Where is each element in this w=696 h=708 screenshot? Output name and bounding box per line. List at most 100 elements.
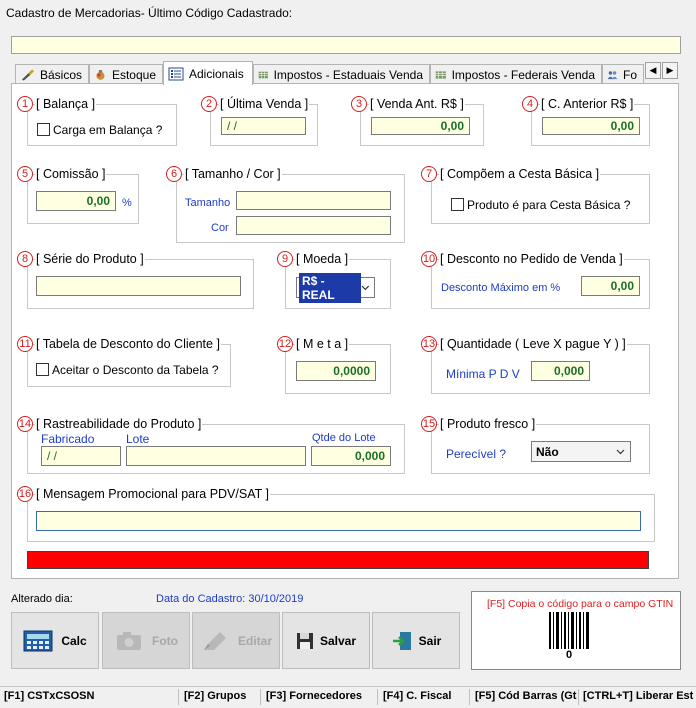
tamanho-field[interactable] — [236, 191, 391, 210]
badge-6: 6 — [166, 166, 182, 182]
status-separator — [377, 689, 378, 705]
group-label: [ Venda Ant. R$ ] — [369, 97, 465, 111]
badge-15: 15 — [421, 416, 437, 432]
tab-label: Impostos - Federais Venda — [451, 67, 595, 82]
foto-button[interactable]: Foto — [102, 612, 190, 669]
badge-4: 4 — [522, 96, 538, 112]
tab-label: Estoque — [111, 67, 156, 82]
status-separator — [578, 689, 579, 705]
desconto-maximo-label: Desconto Máximo em % — [441, 282, 561, 294]
moeda-selected-value: R$ - REAL — [299, 272, 362, 303]
fabricado-field[interactable]: / / — [41, 446, 121, 466]
lote-field[interactable] — [126, 446, 306, 466]
carga-balanca-label: Carga em Balança ? — [53, 123, 163, 137]
group-label: [ Tamanho / Cor ] — [184, 167, 282, 181]
comissao-field[interactable]: 0,00 — [36, 191, 116, 211]
status-f4[interactable]: [F4] C. Fiscal — [383, 690, 451, 702]
badge-2: 2 — [201, 96, 217, 112]
desconto-maximo-field[interactable]: 0,00 — [581, 276, 640, 296]
ultima-venda-field[interactable]: / / — [221, 117, 306, 135]
group-label: [ Rastreabilidade do Produto ] — [35, 417, 203, 431]
group-label: [ Série do Produto ] — [35, 252, 145, 266]
lote-label: Lote — [126, 432, 150, 446]
barcode-value: 0 — [566, 649, 573, 661]
triangle-left-icon: ◀ — [649, 65, 657, 75]
meta-field[interactable]: 0,0000 — [296, 361, 376, 381]
tab-label: Fo — [622, 67, 637, 82]
exit-door-icon — [392, 631, 411, 650]
group-label: [ Quantidade ( Leve X pague Y ) ] — [439, 337, 627, 351]
fabricado-label: Fabricado — [41, 432, 95, 446]
tab-scroll-right-button[interactable]: ▶ — [662, 62, 678, 79]
aceitar-desconto-checkbox[interactable] — [36, 363, 49, 376]
tab-fornecedores[interactable]: Fo — [602, 64, 644, 84]
tab-basicos[interactable]: Básicos — [15, 64, 89, 84]
carga-balanca-checkbox[interactable] — [37, 123, 50, 136]
aceitar-desconto-label: Aceitar o Desconto da Tabela ? — [52, 363, 219, 377]
cesta-basica-label: Produto é para Cesta Básica ? — [467, 198, 631, 212]
status-ctrl-t[interactable]: [CTRL+T] Liberar Est — [583, 690, 695, 702]
badge-11: 11 — [17, 336, 33, 352]
badge-16: 16 — [17, 486, 33, 502]
button-label: Foto — [152, 633, 178, 648]
venda-ant-field[interactable]: 0,00 — [371, 117, 470, 135]
status-bar: [F1] CSTxCSOSN [F2] Grupos [F3] Forneced… — [0, 686, 696, 708]
perecivel-select[interactable]: Não — [531, 441, 631, 462]
list-icon — [168, 67, 184, 80]
barcode-hint: [F5] Copia o código para o campo GTIN — [487, 598, 674, 610]
group-label: [ Tabela de Desconto do Cliente ] — [35, 337, 221, 351]
calculator-icon — [23, 630, 53, 651]
cor-field[interactable] — [236, 216, 391, 235]
qtde-lote-label: Qtde do Lote — [312, 432, 376, 444]
status-f3[interactable]: [F3] Fornecedores — [266, 690, 362, 702]
tab-adicionais[interactable]: Adicionais — [163, 61, 253, 85]
cesta-basica-checkbox[interactable] — [451, 198, 464, 211]
serie-field[interactable] — [36, 276, 241, 296]
badge-13: 13 — [421, 336, 437, 352]
tab-estoque[interactable]: Estoque — [89, 64, 163, 84]
percent-label: % — [122, 197, 132, 209]
group-label: [ Produto fresco ] — [439, 417, 537, 431]
status-separator — [469, 689, 470, 705]
minima-pdv-field[interactable]: 0,000 — [531, 361, 590, 381]
badge-8: 8 — [17, 251, 33, 267]
people-icon — [607, 70, 618, 79]
grid-icon — [435, 70, 446, 79]
top-code-field[interactable] — [11, 36, 681, 54]
barcode-panel[interactable]: [F5] Copia o código para o campo GTIN 0 — [471, 591, 681, 670]
group-label: [ Compõem a Cesta Básica ] — [439, 167, 601, 181]
salvar-button[interactable]: Salvar — [282, 612, 370, 669]
editar-button[interactable]: Editar — [192, 612, 280, 669]
tab-scroll-left-button[interactable]: ◀ — [645, 62, 661, 79]
tab-label: Impostos - Estaduais Venda — [273, 67, 423, 82]
cor-label: Cor — [211, 222, 229, 234]
status-f5[interactable]: [F5] Cód Barras (Gt — [475, 690, 578, 702]
group-label: [ Comissão ] — [35, 167, 107, 181]
qtde-lote-field[interactable]: 0,000 — [311, 446, 391, 466]
c-anterior-field[interactable]: 0,00 — [542, 117, 640, 135]
tab-impostos-federais[interactable]: Impostos - Federais Venda — [430, 64, 602, 84]
status-f2[interactable]: [F2] Grupos — [184, 690, 246, 702]
badge-5: 5 — [17, 166, 33, 182]
group-label: [ Balança ] — [35, 97, 97, 111]
button-label: Sair — [418, 633, 442, 648]
perecivel-selected-value: Não — [536, 444, 559, 459]
bag-icon — [96, 69, 105, 80]
group-label: [ C. Anterior R$ ] — [540, 97, 635, 111]
status-f1[interactable]: [F1] CSTxCSOSN — [4, 690, 94, 702]
badge-7: 7 — [421, 166, 437, 182]
button-label: Editar — [237, 633, 272, 648]
status-separator — [178, 689, 179, 705]
mensagem-field[interactable] — [36, 511, 641, 531]
moeda-select[interactable]: R$ - REAL — [296, 272, 375, 303]
status-progress-bar — [27, 551, 649, 569]
chevron-down-icon — [361, 285, 370, 290]
calc-button[interactable]: Calc — [11, 612, 99, 669]
group-label: [ Última Venda ] — [219, 97, 310, 111]
sair-button[interactable]: Sair — [372, 612, 460, 669]
tab-impostos-estaduais[interactable]: Impostos - Estaduais Venda — [253, 64, 430, 84]
perecivel-label: Perecível ? — [446, 447, 507, 461]
floppy-disk-icon — [296, 632, 313, 649]
group-label: [ M e t a ] — [295, 337, 350, 351]
tab-label: Adicionais — [189, 66, 244, 81]
